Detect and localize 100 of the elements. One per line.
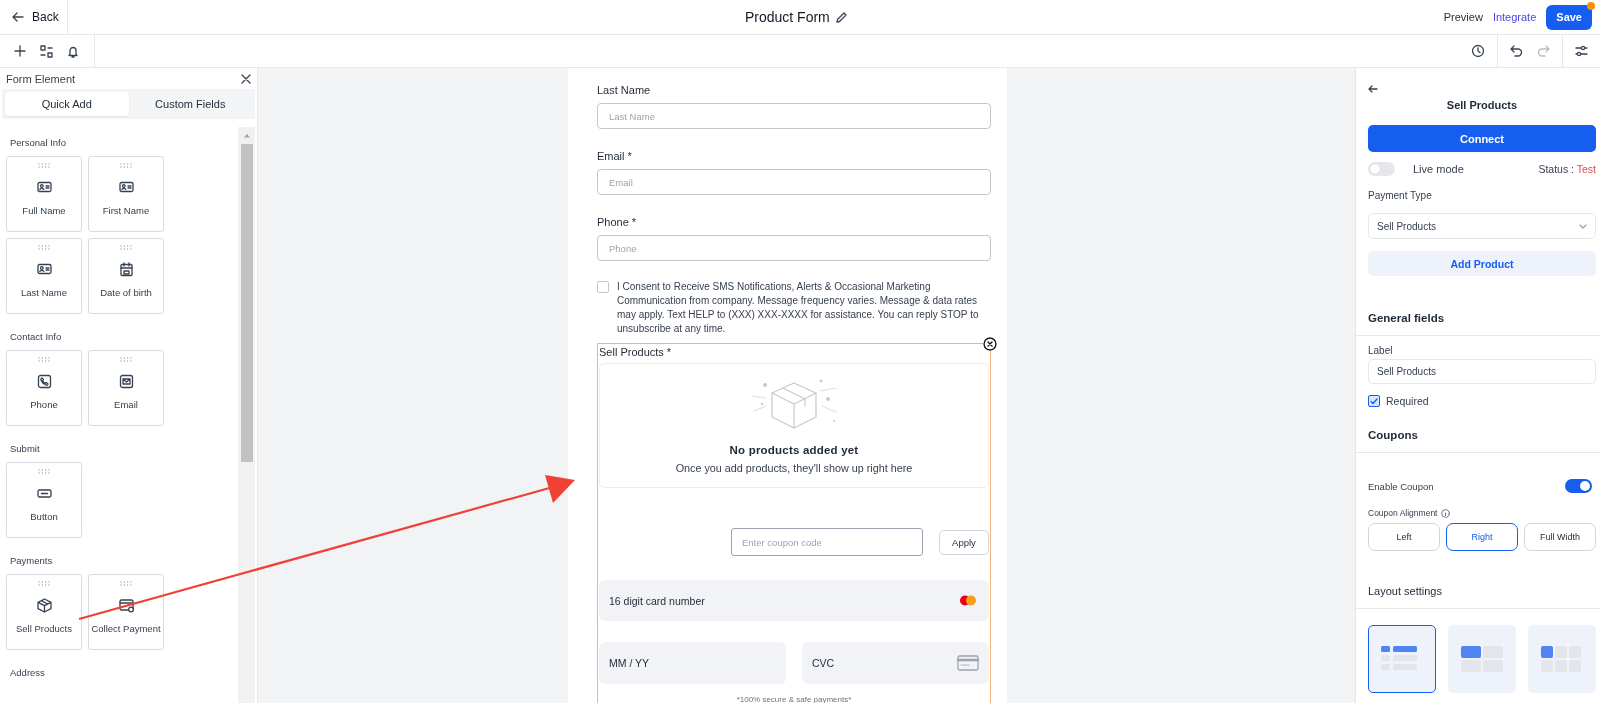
phone-icon <box>36 374 52 389</box>
empty-title: No products added yet <box>729 444 859 456</box>
drag-handle-icon <box>38 357 50 362</box>
button-icon <box>36 486 52 501</box>
undo-icon[interactable] <box>1510 45 1523 57</box>
apply-button[interactable]: Apply <box>939 529 989 555</box>
scrollbar-thumb[interactable] <box>240 144 253 462</box>
alignment-option[interactable]: Left <box>1368 523 1440 551</box>
element-tile[interactable]: Collect Payment <box>88 574 164 650</box>
history-icon[interactable] <box>1471 44 1485 58</box>
contact-card-icon <box>36 180 52 195</box>
drag-handle-icon <box>38 469 50 474</box>
checkbox[interactable] <box>1368 395 1380 407</box>
section-heading: Contact Info <box>9 330 63 344</box>
panel-title: Sell Products <box>1445 99 1519 111</box>
save-button[interactable]: Save <box>1546 4 1592 30</box>
add-product-button[interactable]: Add Product <box>1368 251 1596 276</box>
pencil-icon[interactable] <box>835 11 847 23</box>
element-tile[interactable]: Email <box>88 350 164 426</box>
layout-option[interactable] <box>1528 625 1596 693</box>
check-icon <box>1370 397 1378 405</box>
element-tile[interactable]: Phone <box>6 350 82 426</box>
element-tile[interactable]: Date of birth <box>88 238 164 314</box>
tab[interactable]: Quick Add <box>5 92 129 116</box>
consent-text: I Consent to Receive SMS Notifications, Alerts & Occasional Marketing Communication from company. Message frequency varies. Message & data rates may apply. Text HELP to (XXX) XXX-XXXX for assistance. You can reply STOP to unsubscribe at any time. <box>617 280 980 336</box>
form-title: Product Form <box>744 9 830 25</box>
section-heading: Layout settings <box>1356 585 1600 609</box>
field-label: Coupon Alignment <box>1368 508 1438 518</box>
bell-icon[interactable] <box>67 44 79 58</box>
alignment-option[interactable]: Right <box>1446 523 1518 551</box>
field-label: Email * <box>597 150 633 162</box>
section-heading: Personal Info <box>9 136 67 150</box>
toggle-switch[interactable] <box>1368 162 1395 176</box>
section-heading: Address <box>9 666 46 680</box>
preview-link[interactable]: Preview <box>1443 11 1483 23</box>
status-text: Status : Test <box>1538 163 1596 175</box>
toggle-label: Enable Coupon <box>1368 480 1434 492</box>
sliders-icon[interactable] <box>1575 45 1588 57</box>
alignment-option[interactable]: Full Width <box>1524 523 1596 551</box>
layout-preview-icon <box>1541 646 1583 672</box>
card-number-field[interactable]: 16 digit card number <box>599 580 989 621</box>
section-heading: Coupons <box>1356 429 1600 453</box>
contact-card-icon <box>36 262 52 277</box>
back-button[interactable]: Back <box>0 0 68 34</box>
input-field[interactable]: Email <box>597 169 991 195</box>
layout-preview-icon <box>1461 646 1503 672</box>
field-label: Sell Products * <box>599 346 673 358</box>
close-icon[interactable] <box>241 74 251 84</box>
card-icon <box>118 598 134 613</box>
layout-option[interactable] <box>1448 625 1516 693</box>
section-heading: General fields <box>1356 312 1600 336</box>
drag-handle-icon <box>120 163 132 168</box>
input-field[interactable]: Last Name <box>597 103 991 129</box>
drag-handle-icon <box>120 245 132 250</box>
left-arrow-icon <box>12 12 24 22</box>
field-label: Payment Type <box>1368 190 1433 201</box>
toggle-label: Live mode <box>1413 163 1464 175</box>
expiry-field[interactable]: MM / YY <box>599 642 786 684</box>
payment-type-dropdown[interactable]: Sell Products <box>1368 213 1596 239</box>
element-tile[interactable]: Button <box>6 462 82 538</box>
checkbox[interactable] <box>597 281 609 293</box>
layout-option[interactable] <box>1368 625 1436 693</box>
input-field[interactable]: Phone <box>597 235 991 261</box>
field-label: Phone * <box>597 216 638 228</box>
calendar-icon <box>118 262 134 277</box>
connect-button[interactable]: Connect <box>1368 125 1596 152</box>
panel-title: Form Element <box>6 73 76 85</box>
info-icon <box>1441 508 1451 518</box>
tab[interactable]: Custom Fields <box>128 92 252 116</box>
drag-handle-icon <box>120 581 132 586</box>
box-icon <box>36 598 52 613</box>
drag-handle-icon <box>120 357 132 362</box>
card-brand-icon <box>959 595 977 606</box>
credit-card-icon <box>957 655 979 671</box>
drag-handle-icon <box>38 245 50 250</box>
chevron-down-icon <box>1579 223 1587 229</box>
element-tile[interactable]: Last Name <box>6 238 82 314</box>
element-tile[interactable]: Full Name <box>6 156 82 232</box>
field-label: Last Name <box>597 84 652 96</box>
cvc-field[interactable]: CVC <box>802 642 989 684</box>
drag-handle-icon <box>38 163 50 168</box>
element-tile[interactable]: Sell Products <box>6 574 82 650</box>
plus-icon[interactable] <box>14 45 26 57</box>
element-tile[interactable]: First Name <box>88 156 164 232</box>
form-fields-icon[interactable] <box>40 44 53 58</box>
drag-handle-icon <box>38 581 50 586</box>
field-label: Label <box>1368 345 1394 356</box>
section-heading: Payments <box>9 554 54 568</box>
back-arrow-icon[interactable] <box>1368 85 1378 93</box>
envelope-icon <box>118 374 134 389</box>
checkbox-label: Required <box>1386 395 1429 407</box>
toggle-switch[interactable] <box>1565 479 1592 493</box>
integrate-link[interactable]: Integrate <box>1492 11 1537 23</box>
coupon-field[interactable]: Enter coupon code <box>731 528 923 556</box>
contact-card-icon <box>118 180 134 195</box>
empty-text: Once you add products, they'll show up right here <box>675 462 913 474</box>
scrollbar[interactable] <box>238 127 255 703</box>
close-circle-icon[interactable] <box>983 337 997 351</box>
secure-note: *100% secure & safe payments* <box>735 695 853 703</box>
label-field[interactable]: Sell Products <box>1368 359 1596 384</box>
